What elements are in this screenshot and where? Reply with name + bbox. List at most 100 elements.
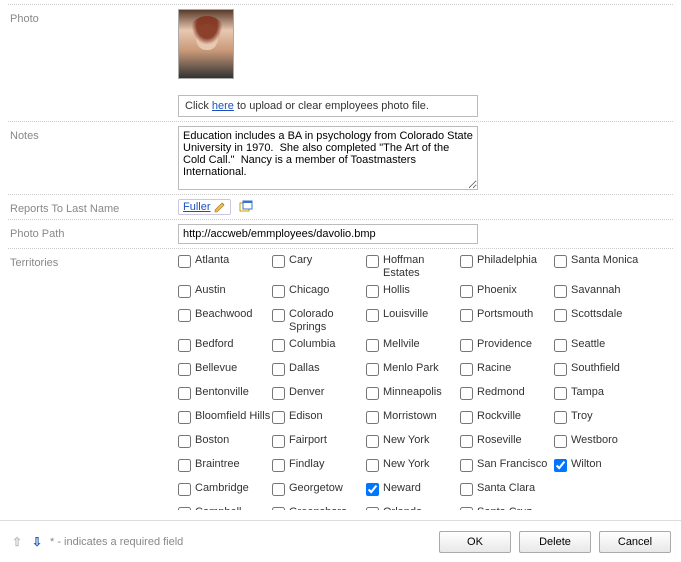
territory-label[interactable]: Bellevue: [195, 362, 237, 375]
territory-checkbox[interactable]: [178, 255, 191, 268]
territory-label[interactable]: Philadelphia: [477, 254, 537, 267]
territory-label[interactable]: Chicago: [289, 284, 329, 297]
photo-path-input[interactable]: [178, 224, 478, 244]
territory-checkbox[interactable]: [460, 387, 473, 400]
territory-label[interactable]: Seattle: [571, 338, 605, 351]
territory-checkbox[interactable]: [460, 411, 473, 424]
territory-checkbox[interactable]: [460, 309, 473, 322]
new-window-icon[interactable]: [239, 200, 253, 214]
territory-checkbox[interactable]: [272, 387, 285, 400]
territory-checkbox[interactable]: [272, 285, 285, 298]
territory-checkbox[interactable]: [366, 309, 379, 322]
territory-label[interactable]: Portsmouth: [477, 308, 533, 321]
territory-label[interactable]: Cambridge: [195, 482, 249, 495]
territory-label[interactable]: Savannah: [571, 284, 621, 297]
ok-button[interactable]: OK: [439, 531, 511, 553]
territory-checkbox[interactable]: [554, 435, 567, 448]
territory-label[interactable]: Hollis: [383, 284, 410, 297]
territory-checkbox[interactable]: [460, 363, 473, 376]
territory-checkbox[interactable]: [460, 483, 473, 496]
territory-checkbox[interactable]: [460, 255, 473, 268]
territory-checkbox[interactable]: [554, 387, 567, 400]
territory-checkbox[interactable]: [178, 459, 191, 472]
territory-checkbox[interactable]: [554, 285, 567, 298]
territory-label[interactable]: Cary: [289, 254, 312, 267]
territory-checkbox[interactable]: [272, 255, 285, 268]
territory-checkbox[interactable]: [366, 255, 379, 268]
territory-label[interactable]: Minneapolis: [383, 386, 442, 399]
territory-checkbox[interactable]: [554, 255, 567, 268]
territory-checkbox[interactable]: [272, 363, 285, 376]
territory-label[interactable]: Westboro: [571, 434, 618, 447]
territory-label[interactable]: Hoffman Estates: [383, 254, 460, 280]
territory-checkbox[interactable]: [460, 459, 473, 472]
territory-label[interactable]: Southfield: [571, 362, 620, 375]
territory-label[interactable]: Racine: [477, 362, 511, 375]
employee-photo[interactable]: [178, 9, 234, 79]
notes-textarea[interactable]: [178, 126, 478, 190]
territory-label[interactable]: Austin: [195, 284, 226, 297]
territory-label[interactable]: Santa Monica: [571, 254, 638, 267]
territory-checkbox[interactable]: [272, 507, 285, 510]
territory-label[interactable]: Beachwood: [195, 308, 253, 321]
territory-label[interactable]: Orlando: [383, 506, 422, 510]
territory-checkbox[interactable]: [460, 435, 473, 448]
territory-checkbox[interactable]: [178, 507, 191, 510]
territory-checkbox[interactable]: [554, 309, 567, 322]
territory-label[interactable]: Phoenix: [477, 284, 517, 297]
territory-label[interactable]: Atlanta: [195, 254, 229, 267]
territory-label[interactable]: Bloomfield Hills: [195, 410, 270, 423]
reports-to-link[interactable]: Fuller: [183, 201, 211, 213]
territory-checkbox[interactable]: [178, 309, 191, 322]
territory-label[interactable]: Troy: [571, 410, 593, 423]
territory-label[interactable]: Mellvile: [383, 338, 420, 351]
territory-label[interactable]: Dallas: [289, 362, 320, 375]
territory-label[interactable]: Rockville: [477, 410, 521, 423]
territory-label[interactable]: Redmond: [477, 386, 525, 399]
territory-checkbox[interactable]: [366, 285, 379, 298]
territory-label[interactable]: New York: [383, 458, 429, 471]
territory-label[interactable]: Bentonville: [195, 386, 249, 399]
territory-checkbox[interactable]: [366, 459, 379, 472]
territory-label[interactable]: Fairport: [289, 434, 327, 447]
territory-label[interactable]: Braintree: [195, 458, 240, 471]
territory-label[interactable]: Columbia: [289, 338, 335, 351]
territory-checkbox[interactable]: [366, 411, 379, 424]
arrow-down-icon[interactable]: ⇩: [30, 535, 44, 549]
upload-link[interactable]: here: [212, 100, 234, 112]
territory-label[interactable]: Bedford: [195, 338, 234, 351]
territory-checkbox[interactable]: [366, 435, 379, 448]
territory-label[interactable]: Santa Cruz: [477, 506, 532, 510]
territory-checkbox[interactable]: [178, 435, 191, 448]
territory-label[interactable]: Providence: [477, 338, 532, 351]
territory-label[interactable]: Greensboro: [289, 506, 347, 510]
territory-checkbox[interactable]: [178, 339, 191, 352]
territory-label[interactable]: Wilton: [571, 458, 602, 471]
territory-label[interactable]: Louisville: [383, 308, 428, 321]
territory-checkbox[interactable]: [554, 363, 567, 376]
territory-label[interactable]: Scottsdale: [571, 308, 622, 321]
territory-checkbox[interactable]: [554, 339, 567, 352]
territory-label[interactable]: Roseville: [477, 434, 522, 447]
territory-checkbox[interactable]: [460, 339, 473, 352]
territory-checkbox[interactable]: [178, 483, 191, 496]
territory-checkbox[interactable]: [272, 309, 285, 322]
territory-label[interactable]: Menlo Park: [383, 362, 439, 375]
reports-to-chip[interactable]: Fuller: [178, 199, 231, 215]
territory-label[interactable]: Denver: [289, 386, 324, 399]
delete-button[interactable]: Delete: [519, 531, 591, 553]
territory-label[interactable]: Edison: [289, 410, 323, 423]
territory-checkbox[interactable]: [272, 483, 285, 496]
territory-label[interactable]: Morristown: [383, 410, 437, 423]
territory-checkbox[interactable]: [366, 339, 379, 352]
territory-checkbox[interactable]: [272, 435, 285, 448]
territory-checkbox[interactable]: [554, 411, 567, 424]
territory-label[interactable]: San Francisco: [477, 458, 547, 471]
cancel-button[interactable]: Cancel: [599, 531, 671, 553]
territory-label[interactable]: Tampa: [571, 386, 604, 399]
territory-checkbox[interactable]: [366, 363, 379, 376]
territory-checkbox[interactable]: [554, 459, 567, 472]
territory-checkbox[interactable]: [366, 387, 379, 400]
territory-checkbox[interactable]: [178, 363, 191, 376]
territory-checkbox[interactable]: [460, 285, 473, 298]
